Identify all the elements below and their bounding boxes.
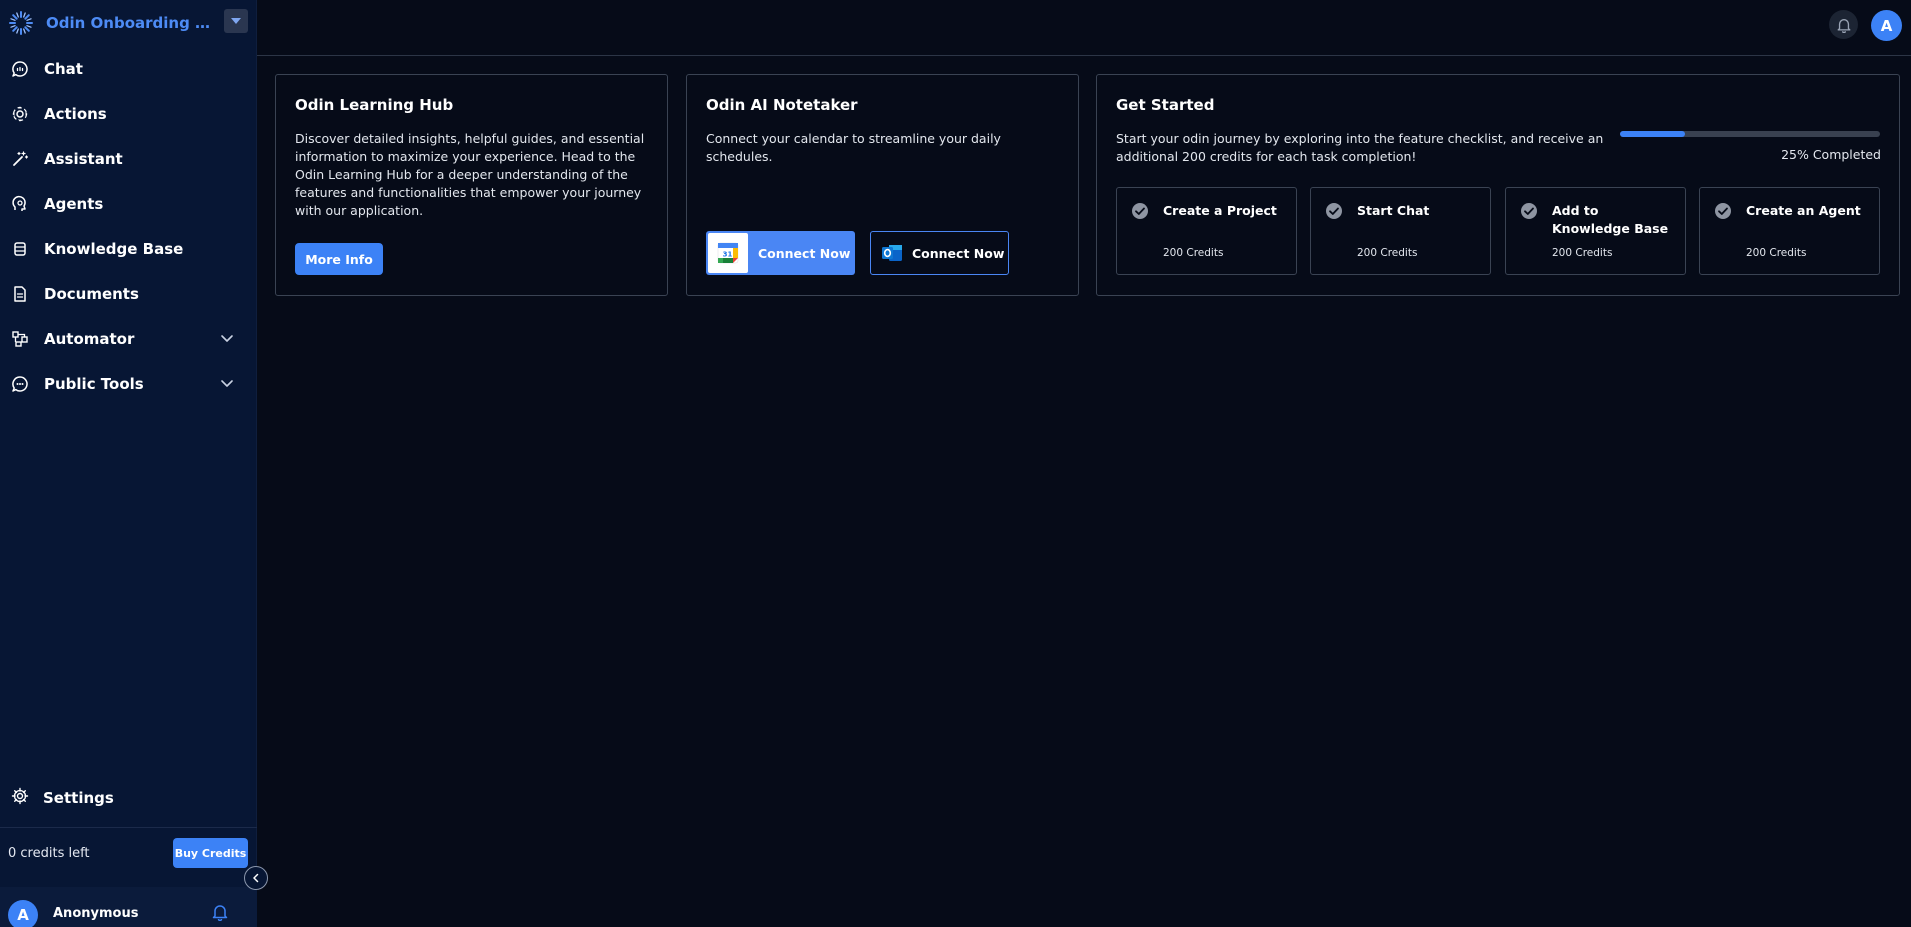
odin-logo-icon: [8, 10, 34, 36]
app-root: Odin Onboarding Pr... Chat Actions Assis…: [0, 0, 1911, 927]
credits-panel: 0 credits left Buy Credits: [0, 827, 257, 885]
progress-bar: [1620, 131, 1880, 137]
document-icon: [11, 285, 29, 303]
settings-label: Settings: [43, 788, 114, 807]
workspace-dropdown-button[interactable]: [224, 9, 248, 33]
connect-outlook-label: Connect Now: [912, 245, 1005, 261]
caret-down-icon: [231, 18, 241, 24]
task-credits: 200 Credits: [1357, 247, 1418, 259]
chat-icon: [11, 60, 29, 78]
connect-google-label: Connect Now: [758, 245, 851, 261]
notetaker-title: Odin AI Notetaker: [706, 96, 858, 114]
progress-label: 25% Completed: [1781, 147, 1881, 162]
database-icon: [11, 240, 29, 258]
learning-hub-description: Discover detailed insights, helpful guid…: [295, 131, 645, 218]
sidebar-item-automator[interactable]: Automator: [0, 316, 257, 361]
sidebar-item-assistant[interactable]: Assistant: [0, 136, 257, 181]
public-tools-icon: [11, 375, 29, 393]
check-circle-icon: [1521, 203, 1537, 219]
get-started-title: Get Started: [1116, 96, 1215, 114]
outlook-icon: [880, 241, 904, 265]
task-create-agent[interactable]: Create an Agent 200 Credits: [1699, 187, 1880, 275]
task-start-chat[interactable]: Start Chat 200 Credits: [1310, 187, 1491, 275]
check-circle-icon: [1132, 203, 1148, 219]
notifications-button[interactable]: [1829, 10, 1858, 39]
gear-icon: [11, 787, 29, 809]
bell-icon[interactable]: [211, 903, 229, 921]
task-credits: 200 Credits: [1746, 247, 1807, 259]
sidebar-item-documents[interactable]: Documents: [0, 271, 257, 316]
learning-hub-card: Odin Learning Hub Discover detailed insi…: [275, 74, 668, 296]
sidebar-item-settings[interactable]: Settings: [0, 775, 257, 820]
sidebar-item-actions[interactable]: Actions: [0, 91, 257, 136]
task-create-project[interactable]: Create a Project 200 Credits: [1116, 187, 1297, 275]
credits-left-text: 0 credits left: [8, 846, 90, 861]
sidebar-nav: Chat Actions Assistant Agents Knowledge …: [0, 46, 257, 406]
buy-credits-button[interactable]: Buy Credits: [173, 838, 248, 868]
connect-google-calendar-button[interactable]: 31 Connect Now: [706, 231, 855, 275]
task-credits: 200 Credits: [1552, 247, 1613, 259]
chevron-down-icon[interactable]: [219, 375, 235, 391]
user-panel[interactable]: A Anonymous: [0, 887, 257, 927]
get-started-card: Get Started Start your odin journey by e…: [1096, 74, 1900, 296]
task-credits: 200 Credits: [1163, 247, 1224, 259]
google-calendar-icon: 31: [708, 233, 748, 273]
bell-icon: [1837, 18, 1850, 33]
user-name: Anonymous: [53, 906, 139, 921]
check-circle-icon: [1326, 203, 1342, 219]
top-bar: A: [257, 0, 1911, 56]
progress-bar-fill: [1620, 131, 1685, 137]
sidebar-item-chat[interactable]: Chat: [0, 46, 257, 91]
actions-icon: [11, 105, 29, 123]
get-started-description: Start your odin journey by exploring int…: [1116, 131, 1604, 164]
agent-icon: [11, 195, 29, 213]
task-add-to-knowledge-base[interactable]: Add to Knowledge Base 200 Credits: [1505, 187, 1686, 275]
collapse-sidebar-button[interactable]: [244, 866, 268, 890]
more-info-button[interactable]: More Info: [295, 243, 383, 275]
task-title: Create a Project: [1163, 203, 1277, 218]
profile-avatar[interactable]: A: [1871, 10, 1902, 41]
workspace-switcher[interactable]: Odin Onboarding Pr...: [8, 8, 248, 38]
sidebar-item-knowledge-base[interactable]: Knowledge Base: [0, 226, 257, 271]
sidebar-item-agents[interactable]: Agents: [0, 181, 257, 226]
sidebar-item-public-tools[interactable]: Public Tools: [0, 361, 257, 406]
learning-hub-title: Odin Learning Hub: [295, 96, 454, 114]
connect-outlook-calendar-button[interactable]: Connect Now: [870, 231, 1009, 275]
chevron-down-icon[interactable]: [219, 330, 235, 346]
workspace-name: Odin Onboarding Pr...: [46, 14, 216, 32]
svg-text:31: 31: [723, 251, 733, 259]
sidebar: Odin Onboarding Pr... Chat Actions Assis…: [0, 0, 257, 927]
task-title: Create an Agent: [1746, 203, 1861, 218]
notetaker-card: Odin AI Notetaker Connect your calendar …: [686, 74, 1079, 296]
chevron-left-icon: [253, 873, 259, 883]
wand-icon: [11, 150, 29, 168]
task-title: Add to Knowledge Base: [1552, 203, 1669, 236]
notetaker-description: Connect your calendar to streamline your…: [706, 131, 1001, 164]
check-circle-icon: [1715, 203, 1731, 219]
automator-icon: [11, 330, 29, 348]
task-title: Start Chat: [1357, 203, 1430, 218]
user-avatar[interactable]: A: [8, 900, 38, 927]
